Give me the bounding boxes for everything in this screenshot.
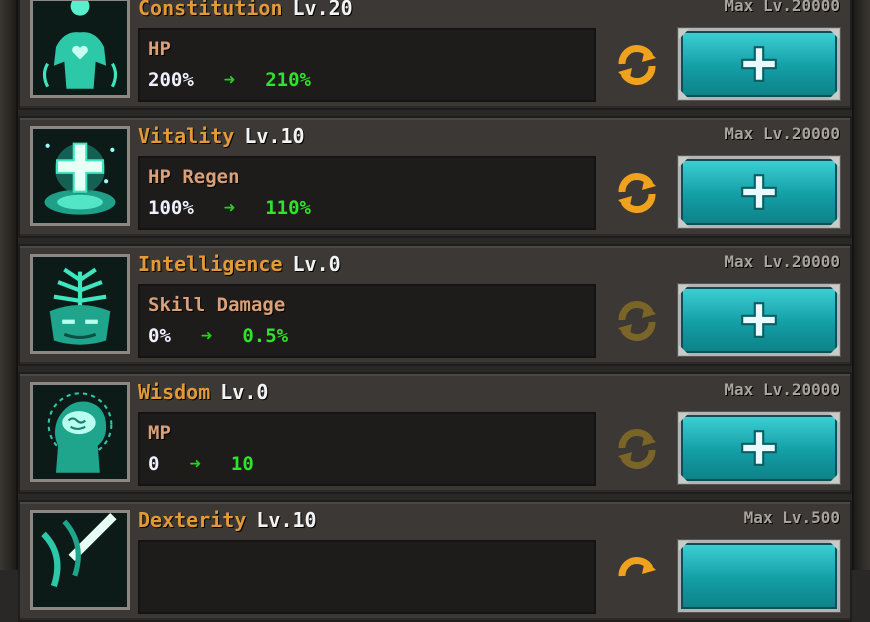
stat-title: Wisdom Lv.0 xyxy=(138,378,268,406)
tree-mind-icon xyxy=(30,254,130,354)
max-level: Max Lv.20000 xyxy=(724,252,840,271)
stat-name: Intelligence xyxy=(138,252,283,276)
stat-row-intelligence: Intelligence Lv.0 Max Lv.20000 Skill Dama… xyxy=(18,244,852,366)
current-value: 200% xyxy=(148,69,194,91)
effect-box xyxy=(138,540,596,614)
reset-button[interactable] xyxy=(612,40,662,90)
upgrade-button[interactable] xyxy=(678,540,840,612)
plus-icon xyxy=(738,171,780,213)
arrow-right-icon: ➜ xyxy=(189,453,201,475)
refresh-icon xyxy=(618,428,656,470)
next-value: 10 xyxy=(230,453,254,475)
reset-button[interactable] xyxy=(612,424,662,474)
stat-title: Constitution Lv.20 xyxy=(138,0,353,22)
reset-button[interactable] xyxy=(612,552,662,602)
max-level: Max Lv.20000 xyxy=(724,380,840,399)
stat-title: Vitality Lv.10 xyxy=(138,122,305,150)
effect-box: MP 0 ➜ 10 xyxy=(138,412,596,486)
plus-icon xyxy=(738,43,780,85)
stat-level: Lv.10 xyxy=(244,124,305,148)
stat-level: Lv.10 xyxy=(256,508,317,532)
body-heart-icon xyxy=(30,0,130,98)
stat-row-vitality: Vitality Lv.10 Max Lv.20000 HP Regen 100%… xyxy=(18,116,852,238)
stat-name: Dexterity xyxy=(138,508,247,532)
refresh-icon xyxy=(618,556,656,577)
current-value: 100% xyxy=(148,197,194,219)
effect-box: Skill Damage 0% ➜ 0.5% xyxy=(138,284,596,358)
effect-label: Skill Damage xyxy=(148,294,286,316)
stat-name: Wisdom xyxy=(138,380,211,404)
effect-label: MP xyxy=(148,422,171,444)
plus-icon xyxy=(738,427,780,469)
max-level: Max Lv.500 xyxy=(743,508,840,527)
right-frame xyxy=(852,0,870,570)
stat-name: Constitution xyxy=(138,0,283,20)
stat-level: Lv.20 xyxy=(292,0,353,20)
effect-values: 200% ➜ 210% xyxy=(148,68,311,92)
arrow-right-icon: ➜ xyxy=(223,69,236,91)
stat-title: Dexterity Lv.10 xyxy=(138,506,317,534)
next-value: 210% xyxy=(265,69,311,91)
max-level: Max Lv.20000 xyxy=(724,124,840,143)
refresh-icon xyxy=(618,300,656,342)
next-value: 0.5% xyxy=(242,325,289,347)
stat-row-wisdom: Wisdom Lv.0 Max Lv.20000 MP 0 ➜ 10 xyxy=(18,372,852,494)
effect-box: HP 200% ➜ 210% xyxy=(138,28,596,102)
holy-cross-icon xyxy=(30,126,130,226)
plus-icon xyxy=(738,299,780,341)
effect-label: HP Regen xyxy=(148,166,240,188)
stat-row-constitution: Constitution Lv.20 Max Lv.20000 HP 200% ➜ 2… xyxy=(18,0,852,110)
arrow-right-icon: ➜ xyxy=(200,325,213,347)
upgrade-button[interactable] xyxy=(678,156,840,228)
stat-level: Lv.0 xyxy=(220,380,269,404)
refresh-icon xyxy=(618,172,656,214)
effect-values: 0 ➜ 10 xyxy=(148,452,254,476)
upgrade-button[interactable] xyxy=(678,28,840,100)
stat-name: Vitality xyxy=(138,124,235,148)
left-frame xyxy=(0,0,18,570)
reset-button[interactable] xyxy=(612,296,662,346)
effect-box: HP Regen 100% ➜ 110% xyxy=(138,156,596,230)
effect-values: 100% ➜ 110% xyxy=(148,196,311,220)
current-value: 0 xyxy=(148,453,160,475)
current-value: 0% xyxy=(148,325,171,347)
effect-values: 0% ➜ 0.5% xyxy=(148,324,288,348)
upgrade-button[interactable] xyxy=(678,284,840,356)
next-value: 110% xyxy=(265,197,311,219)
max-level: Max Lv.20000 xyxy=(724,0,840,15)
reset-button[interactable] xyxy=(612,168,662,218)
refresh-icon xyxy=(618,44,656,86)
upgrade-button[interactable] xyxy=(678,412,840,484)
brain-head-icon xyxy=(30,382,130,482)
stat-level: Lv.0 xyxy=(292,252,341,276)
stat-title: Intelligence Lv.0 xyxy=(138,250,341,278)
arrow-right-icon: ➜ xyxy=(223,197,236,219)
effect-label: HP xyxy=(148,38,171,60)
sword-icon xyxy=(30,510,130,610)
stat-row-dexterity: Dexterity Lv.10 Max Lv.500 xyxy=(18,500,852,622)
